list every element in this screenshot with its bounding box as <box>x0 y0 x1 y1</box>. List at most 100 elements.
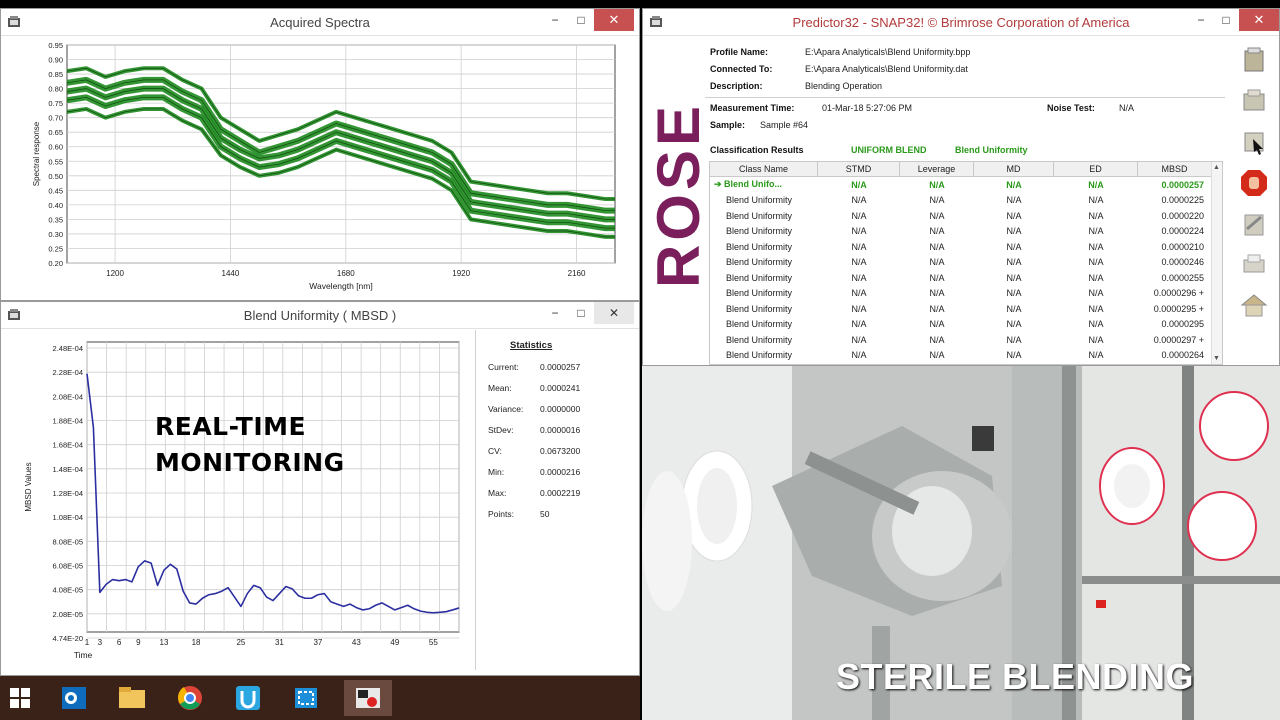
x-tick-label: 31 <box>275 638 284 647</box>
table-cell: 0.0000295 + <box>1153 303 1204 314</box>
y-tick-label: 0.40 <box>48 201 63 210</box>
table-cell: N/A <box>851 334 867 345</box>
minimize-button[interactable]: − <box>542 9 568 31</box>
table-cell: N/A <box>851 226 867 237</box>
taskbar-predictor[interactable] <box>344 680 392 716</box>
results-table[interactable]: Class Name STMD Leverage MD ED MBSD ▲ ▼ ➔ Ble… <box>709 161 1223 365</box>
column-header[interactable]: Class Name <box>710 162 818 176</box>
x-tick-label: 49 <box>390 638 399 647</box>
close-button[interactable]: ✕ <box>594 9 634 31</box>
y-tick-label: 0.45 <box>48 186 63 195</box>
table-cell: N/A <box>851 350 867 361</box>
maximize-button[interactable]: □ <box>568 9 594 31</box>
maximize-button[interactable]: □ <box>1213 9 1239 31</box>
table-cell: N/A <box>1088 272 1104 283</box>
chrome-icon <box>178 686 202 710</box>
table-row[interactable]: Blend Uniformity N/A N/A N/A N/A 0.0000295 <box>710 317 1212 333</box>
windows-logo-icon <box>10 688 30 708</box>
table-cell: N/A <box>1006 257 1022 268</box>
y-tick-label: 2.08E-05 <box>53 610 83 619</box>
column-header[interactable]: STMD <box>818 162 900 176</box>
table-cell: N/A <box>851 272 867 283</box>
table-row[interactable]: Blend Uniformity N/A N/A N/A N/A 0.0000264 <box>710 348 1212 364</box>
mbsd-titlebar[interactable]: Blend Uniformity ( MBSD ) − □ ✕ <box>1 302 639 329</box>
table-cell: 0.0000264 <box>1161 350 1204 361</box>
table-row[interactable]: Blend Uniformity N/A N/A N/A N/A 0.0000295 + <box>710 301 1212 317</box>
table-row[interactable]: Blend Uniformity N/A N/A N/A N/A 0.0000255 <box>710 270 1212 286</box>
y-tick-label: 0.90 <box>48 56 63 65</box>
table-cell: N/A <box>929 319 945 330</box>
export-icon[interactable] <box>1239 209 1269 239</box>
table-cell: 0.0000255 <box>1161 272 1204 283</box>
stat-label: Max: <box>488 488 507 498</box>
open-profile-icon[interactable] <box>1239 45 1269 75</box>
column-header[interactable]: MD <box>974 162 1054 176</box>
table-cell: ➔ Blend Unifo... <box>714 179 783 190</box>
table-row[interactable]: Blend Uniformity N/A N/A N/A N/A 0.0000225 <box>710 193 1212 209</box>
table-cell: N/A <box>851 179 867 190</box>
snipping-tool-icon <box>295 688 317 708</box>
sample-value: Sample #64 <box>760 120 809 130</box>
table-cell: N/A <box>929 303 945 314</box>
stop-icon[interactable] <box>1239 168 1269 198</box>
y-tick-label: 0.55 <box>48 157 63 166</box>
table-cell: Blend Uniformity <box>726 226 793 237</box>
connected-to: E:\Apara Analyticals\Blend Uniformity.da… <box>805 64 968 74</box>
y-tick-label: 4.08E-05 <box>53 586 83 595</box>
spectra-titlebar[interactable]: Acquired Spectra − □ ✕ <box>1 9 639 36</box>
home-icon[interactable] <box>1239 291 1269 321</box>
table-cell: N/A <box>929 210 945 221</box>
table-cell: 0.0000295 <box>1161 319 1204 330</box>
start-button[interactable] <box>0 680 40 716</box>
close-button[interactable]: ✕ <box>594 302 634 324</box>
taskbar-outlook[interactable] <box>54 680 94 716</box>
x-axis-label: Wavelength [nm] <box>309 281 372 291</box>
scroll-up-icon[interactable]: ▲ <box>1213 164 1220 171</box>
table-cell: N/A <box>1006 226 1022 237</box>
close-button[interactable]: ✕ <box>1239 9 1279 31</box>
profile-name: E:\Apara Analyticals\Blend Uniformity.bp… <box>805 47 971 57</box>
table-row[interactable]: ➔ Blend Unifo... N/A N/A N/A N/A 0.0000257 <box>710 177 1212 193</box>
measurement-time: 01-Mar-18 5:27:06 PM <box>822 103 913 113</box>
x-axis-label: Time <box>74 650 93 660</box>
table-cell: N/A <box>1006 288 1022 299</box>
classification-panel: Classification Results UNIFORM BLEND Ble… <box>705 145 1225 365</box>
taskbar-snipping[interactable] <box>286 680 326 716</box>
table-row[interactable]: Blend Uniformity N/A N/A N/A N/A 0.0000220 <box>710 208 1212 224</box>
column-header[interactable]: Leverage <box>900 162 974 176</box>
table-cell: N/A <box>1006 334 1022 345</box>
table-cell: N/A <box>851 319 867 330</box>
y-tick-label: 0.70 <box>48 114 63 123</box>
table-cell: 0.0000297 + <box>1153 334 1204 345</box>
y-tick-label: 0.25 <box>48 244 63 253</box>
table-cell: N/A <box>1006 272 1022 283</box>
settings-icon[interactable] <box>1239 86 1269 116</box>
table-cell: Blend Uniformity <box>726 319 793 330</box>
table-row[interactable]: Blend Uniformity N/A N/A N/A N/A 0.0000297 + <box>710 332 1212 348</box>
acquire-icon[interactable] <box>1239 127 1269 157</box>
table-cell: Blend Uniformity <box>726 288 793 299</box>
taskbar-explorer[interactable] <box>112 680 152 716</box>
description: Blending Operation <box>805 81 883 91</box>
table-row[interactable]: Blend Uniformity N/A N/A N/A N/A 0.0000224 <box>710 224 1212 240</box>
print-icon[interactable] <box>1239 250 1269 280</box>
stat-label: Variance: <box>488 404 524 414</box>
table-row[interactable]: Blend Uniformity N/A N/A N/A N/A 0.0000246 <box>710 255 1212 271</box>
column-header[interactable]: MBSD <box>1138 162 1212 176</box>
y-tick-label: 1.68E-04 <box>53 441 83 450</box>
taskbar-chrome[interactable] <box>170 680 210 716</box>
taskbar-app-u[interactable] <box>228 680 268 716</box>
scrollbar[interactable]: ▲ ▼ <box>1211 162 1222 364</box>
stat-label: CV: <box>488 446 502 456</box>
minimize-button[interactable]: − <box>542 302 568 324</box>
table-cell: N/A <box>1006 303 1022 314</box>
maximize-button[interactable]: □ <box>568 302 594 324</box>
table-row[interactable]: Blend Uniformity N/A N/A N/A N/A 0.0000296 + <box>710 286 1212 302</box>
scroll-down-icon[interactable]: ▼ <box>1213 355 1220 362</box>
table-row[interactable]: Blend Uniformity N/A N/A N/A N/A 0.0000210 <box>710 239 1212 255</box>
predictor-titlebar[interactable]: Predictor32 - SNAP32! © Brimrose Corpora… <box>643 9 1279 36</box>
minimize-button[interactable]: − <box>1188 9 1214 31</box>
column-header[interactable]: ED <box>1054 162 1138 176</box>
right-toolbar <box>1235 41 1275 361</box>
taskbar <box>0 676 640 720</box>
